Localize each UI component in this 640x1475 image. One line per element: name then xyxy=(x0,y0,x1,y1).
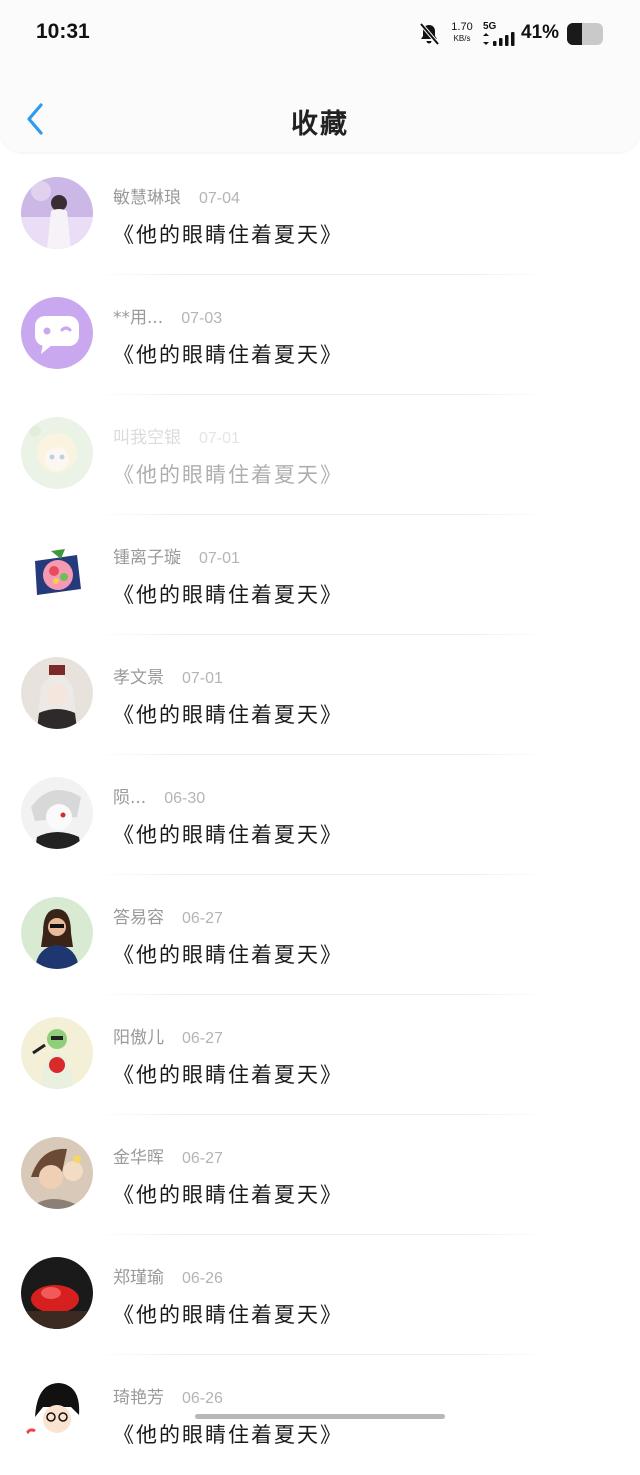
list-item[interactable]: **用... 07-03 《他的眼睛住着夏天》 xyxy=(0,275,640,395)
list-item[interactable]: 阳傲儿 06-27 《他的眼睛住着夏天》 xyxy=(0,995,640,1115)
chat-bubble-icon xyxy=(21,297,93,369)
item-date: 07-01 xyxy=(199,430,240,447)
status-time: 10:31 xyxy=(36,20,90,43)
work-title[interactable]: 《他的眼睛住着夏天》 xyxy=(113,939,343,969)
network-speed-value: 1.70 xyxy=(451,21,473,33)
user-name: 叫我空银 xyxy=(113,428,181,448)
network-speed-unit: KB/s xyxy=(453,34,471,43)
battery-percent: 41% xyxy=(521,22,560,43)
user-name: 郑瑾瑜 xyxy=(113,1268,164,1288)
work-title[interactable]: 《他的眼睛住着夏天》 xyxy=(113,1299,343,1329)
item-date: 07-04 xyxy=(199,190,240,207)
list-item[interactable]: 陨... 06-30 《他的眼睛住着夏天》 xyxy=(0,755,640,875)
status-bar: 10:31 1.70 KB/s 5G 41% xyxy=(0,0,640,70)
list-item[interactable]: 敏慧琳琅 07-04 《他的眼睛住着夏天》 xyxy=(0,155,640,275)
work-title[interactable]: 《他的眼睛住着夏天》 xyxy=(113,219,343,249)
work-title[interactable]: 《他的眼睛住着夏天》 xyxy=(113,459,343,489)
favorites-list: 敏慧琳琅 07-04 《他的眼睛住着夏天》 **用... 07-03 《他的眼睛住着… xyxy=(0,155,640,1475)
page-title: 收藏 xyxy=(291,109,349,140)
work-title[interactable]: 《他的眼睛住着夏天》 xyxy=(113,1419,343,1449)
avatar[interactable] xyxy=(21,777,93,849)
battery-fill xyxy=(567,23,582,45)
item-date: 06-27 xyxy=(182,1150,223,1167)
list-item[interactable]: 叫我空银 07-01 《他的眼睛住着夏天》 xyxy=(0,395,640,515)
item-date: 07-01 xyxy=(199,550,240,567)
avatar[interactable] xyxy=(21,537,93,609)
user-name: 陨... xyxy=(113,788,147,808)
user-name: 敏慧琳琅 xyxy=(113,188,181,208)
signal-bars-icon xyxy=(483,32,515,46)
item-date: 06-26 xyxy=(182,1270,223,1287)
avatar[interactable] xyxy=(21,897,93,969)
network-speed: 1.70 KB/s xyxy=(448,21,476,45)
item-date: 06-27 xyxy=(182,1030,223,1047)
work-title[interactable]: 《他的眼睛住着夏天》 xyxy=(113,1059,343,1089)
item-date: 07-01 xyxy=(182,670,223,687)
list-item[interactable]: 孝文景 07-01 《他的眼睛住着夏天》 xyxy=(0,635,640,755)
top-bar: 10:31 1.70 KB/s 5G 41% 收藏 xyxy=(0,0,640,152)
list-item[interactable]: 答易容 06-27 《他的眼睛住着夏天》 xyxy=(0,875,640,995)
mute-bell-icon xyxy=(418,22,440,46)
avatar[interactable] xyxy=(21,417,93,489)
list-item[interactable]: 金华晖 06-27 《他的眼睛住着夏天》 xyxy=(0,1115,640,1235)
avatar[interactable] xyxy=(21,1377,93,1449)
item-date: 06-27 xyxy=(182,910,223,927)
avatar[interactable] xyxy=(21,1257,93,1329)
work-title[interactable]: 《他的眼睛住着夏天》 xyxy=(113,1179,343,1209)
home-indicator[interactable] xyxy=(195,1414,445,1419)
work-title[interactable]: 《他的眼睛住着夏天》 xyxy=(113,699,343,729)
avatar[interactable] xyxy=(21,177,93,249)
work-title[interactable]: 《他的眼睛住着夏天》 xyxy=(113,579,343,609)
list-item[interactable]: 锺离子璇 07-01 《他的眼睛住着夏天》 xyxy=(0,515,640,635)
user-name: 金华晖 xyxy=(113,1148,164,1168)
user-name: 阳傲儿 xyxy=(113,1028,164,1048)
item-date: 06-30 xyxy=(164,790,206,807)
avatar[interactable] xyxy=(21,1017,93,1089)
avatar[interactable] xyxy=(21,1137,93,1209)
work-title[interactable]: 《他的眼睛住着夏天》 xyxy=(113,339,343,369)
user-name: 锺离子璇 xyxy=(113,548,181,568)
user-name: 琦艳芳 xyxy=(113,1388,164,1408)
user-name: **用... xyxy=(113,308,164,328)
work-title[interactable]: 《他的眼睛住着夏天》 xyxy=(113,819,343,849)
avatar[interactable] xyxy=(21,297,93,369)
network-type: 5G xyxy=(483,21,497,32)
user-name: 答易容 xyxy=(113,908,164,928)
item-date: 06-26 xyxy=(182,1390,223,1407)
battery-icon xyxy=(567,23,603,45)
list-item[interactable]: 郑瑾瑜 06-26 《他的眼睛住着夏天》 xyxy=(0,1235,640,1355)
user-name: 孝文景 xyxy=(113,668,164,688)
item-date: 07-03 xyxy=(181,310,223,327)
avatar[interactable] xyxy=(21,657,93,729)
